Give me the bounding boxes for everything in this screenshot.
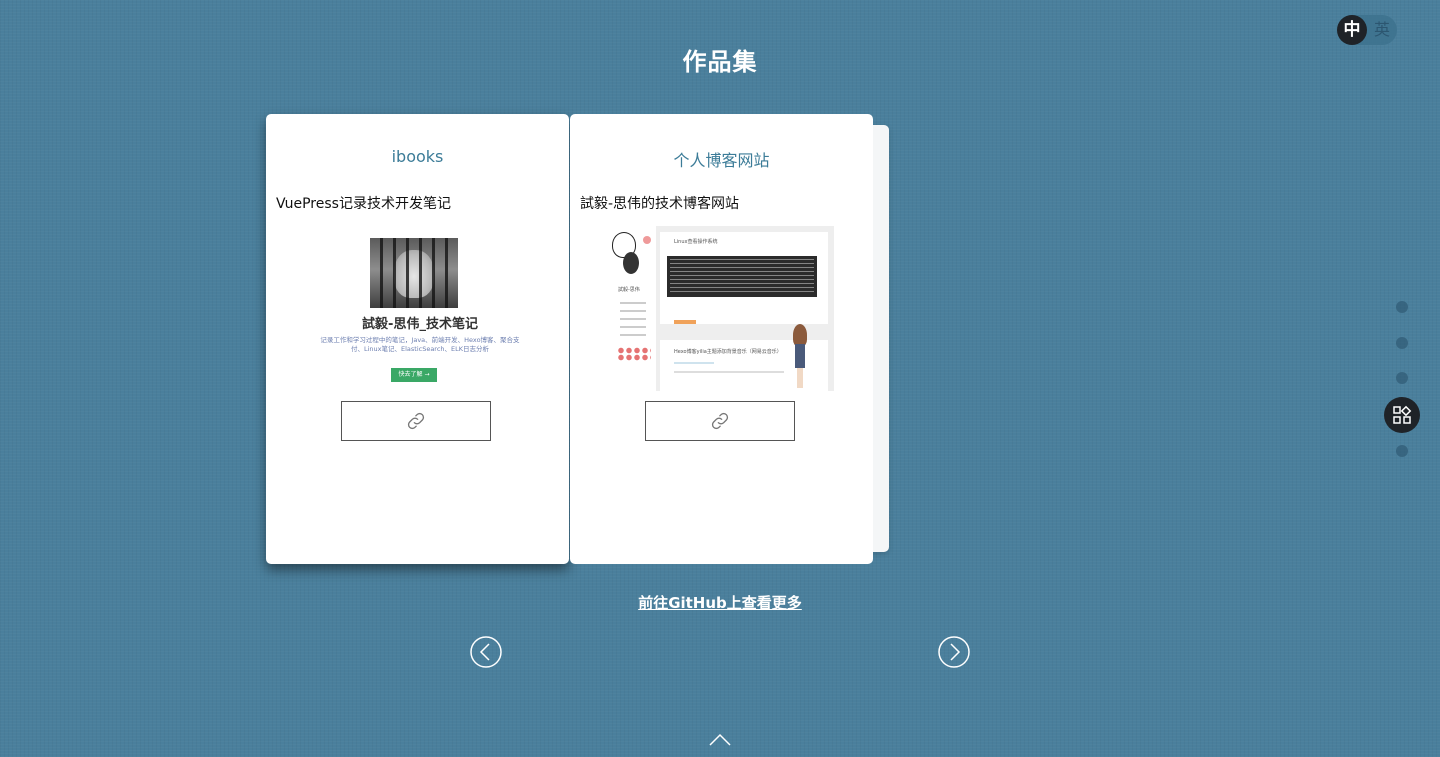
github-link[interactable]: 前往GitHub上查看更多 [638, 594, 802, 612]
chevron-left-circle-icon [470, 636, 502, 668]
project-link-button[interactable] [341, 401, 491, 441]
link-icon [711, 412, 729, 430]
project-card-ibooks: ibooks VuePress记录技术开发笔记 試毅-思伟_技术笔记 记录工作和… [266, 114, 569, 564]
prev-button[interactable] [470, 636, 502, 668]
page-title: 作品集 [682, 48, 758, 76]
section-nav-dot[interactable] [1396, 301, 1408, 313]
avatar [623, 252, 639, 274]
project-card-blog: 个人博客网站 試毅-思伟的技术博客网站 試毅-思伟 Linux查看操作系统 He… [570, 114, 873, 564]
thumbnail-subtitle: 记录工作和学习过程中的笔记，Java、前端开发、Hexo博客、聚合支付、Linu… [320, 336, 520, 353]
blog-main-preview: Linux查看操作系统 Hexo博客yilia主题添加背景音乐（网易云音乐） [656, 226, 834, 391]
blog-sidebar-preview: 試毅-思伟 [610, 226, 654, 391]
apps-icon [1393, 405, 1412, 424]
lang-zh-button[interactable]: 中 [1337, 15, 1367, 45]
thumbnail-heading: 試毅-思伟_技术笔记 [362, 317, 478, 332]
section-nav-dot[interactable] [1396, 445, 1408, 457]
chevron-up-icon [709, 733, 731, 746]
next-button[interactable] [938, 636, 970, 668]
language-switch[interactable]: 中 英 [1337, 15, 1397, 45]
card-title: ibooks [391, 147, 444, 166]
thumbnail-post-title: Hexo博客yilia主题添加背景音乐（网易云音乐） [674, 349, 782, 355]
project-thumbnail: 試毅-思伟_技术笔记 记录工作和学习过程中的笔记，Java、前端开发、Hexo博… [306, 236, 546, 386]
card-description: VuePress记录技术开发笔记 [276, 196, 451, 212]
github-link-wrapper: 前往GitHub上查看更多 [0, 592, 1440, 613]
project-thumbnail: 試毅-思伟 Linux查看操作系统 Hexo博客yilia主题添加背景音乐（网易… [610, 226, 834, 391]
section-nav-dot[interactable] [1396, 337, 1408, 349]
anime-girl-image [793, 324, 807, 390]
thumbnail-side-name: 試毅-思伟 [618, 287, 640, 293]
rabbit-image [370, 238, 458, 308]
section-nav-dot[interactable] [1396, 372, 1408, 384]
section-nav-active[interactable] [1384, 397, 1420, 433]
link-icon [407, 412, 425, 430]
card-title: 个人博客网站 [673, 151, 770, 170]
card-description: 試毅-思伟的技术博客网站 [580, 196, 740, 212]
project-link-button[interactable] [645, 401, 795, 441]
scroll-up-button[interactable] [709, 731, 731, 746]
lang-en-button[interactable]: 英 [1368, 15, 1396, 45]
thumbnail-button: 快去了解 → [391, 368, 437, 382]
chevron-right-circle-icon [938, 636, 970, 668]
thumbnail-post-title: Linux查看操作系统 [674, 239, 718, 245]
